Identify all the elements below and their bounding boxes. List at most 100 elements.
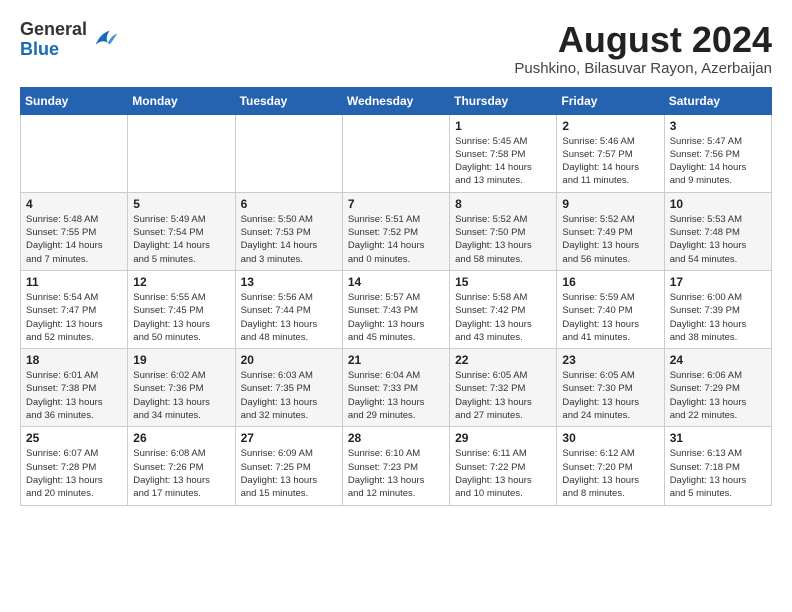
day-number: 24 bbox=[670, 353, 766, 367]
calendar-cell: 10Sunrise: 5:53 AM Sunset: 7:48 PM Dayli… bbox=[664, 192, 771, 270]
day-number: 16 bbox=[562, 275, 658, 289]
day-number: 28 bbox=[348, 431, 444, 445]
day-info: Sunrise: 5:59 AM Sunset: 7:40 PM Dayligh… bbox=[562, 291, 658, 344]
calendar-cell: 19 Sunrise: 6:02 AM Sunset: 7:36 PM Dayli… bbox=[128, 349, 235, 427]
day-number: 13 bbox=[241, 275, 337, 289]
calendar-cell: 24 Sunrise: 6:06 AM Sunset: 7:29 PM Dayli… bbox=[664, 349, 771, 427]
day-info: Sunrise: 5:52 AM Sunset: 7:49 PM Dayligh… bbox=[562, 213, 658, 266]
calendar-header-row: SundayMondayTuesdayWednesdayThursdayFrid… bbox=[21, 87, 772, 114]
calendar-cell: 6 Sunrise: 5:50 AM Sunset: 7:53 PM Daylig… bbox=[235, 192, 342, 270]
day-info: Sunrise: 5:55 AM Sunset: 7:45 PM Dayligh… bbox=[133, 291, 229, 344]
day-info: Sunrise: 6:06 AM Sunset: 7:29 PM Dayligh… bbox=[670, 369, 766, 422]
day-info: Sunrise: 6:07 AM Sunset: 7:28 PM Dayligh… bbox=[26, 447, 122, 500]
day-info: Sunrise: 5:58 AM Sunset: 7:42 PM Dayligh… bbox=[455, 291, 551, 344]
day-number: 30 bbox=[562, 431, 658, 445]
day-info: Sunrise: 6:10 AM Sunset: 7:23 PM Dayligh… bbox=[348, 447, 444, 500]
logo-blue: Blue bbox=[20, 39, 59, 59]
column-header-sunday: Sunday bbox=[21, 87, 128, 114]
calendar-week-row: 4 Sunrise: 5:48 AM Sunset: 7:55 PM Daylig… bbox=[21, 192, 772, 270]
logo-general: General bbox=[20, 19, 87, 39]
calendar-cell: 5Sunrise: 5:49 AM Sunset: 7:54 PM Daylig… bbox=[128, 192, 235, 270]
day-info: Sunrise: 5:56 AM Sunset: 7:44 PM Dayligh… bbox=[241, 291, 337, 344]
calendar-cell: 9 Sunrise: 5:52 AM Sunset: 7:49 PM Daylig… bbox=[557, 192, 664, 270]
day-info: Sunrise: 5:49 AM Sunset: 7:54 PM Dayligh… bbox=[133, 213, 229, 266]
title-section: August 2024 Pushkino, Bilasuvar Rayon, A… bbox=[514, 20, 772, 77]
calendar-cell bbox=[235, 114, 342, 192]
day-info: Sunrise: 5:48 AM Sunset: 7:55 PM Dayligh… bbox=[26, 213, 122, 266]
calendar-week-row: 18 Sunrise: 6:01 AM Sunset: 7:38 PM Dayli… bbox=[21, 349, 772, 427]
day-info: Sunrise: 5:50 AM Sunset: 7:53 PM Dayligh… bbox=[241, 213, 337, 266]
calendar-table: SundayMondayTuesdayWednesdayThursdayFrid… bbox=[20, 87, 772, 506]
column-header-monday: Monday bbox=[128, 87, 235, 114]
day-number: 7 bbox=[348, 197, 444, 211]
calendar-cell: 15 Sunrise: 5:58 AM Sunset: 7:42 PM Dayli… bbox=[450, 270, 557, 348]
day-info: Sunrise: 5:53 AM Sunset: 7:48 PM Dayligh… bbox=[670, 213, 766, 266]
day-info: Sunrise: 6:02 AM Sunset: 7:36 PM Dayligh… bbox=[133, 369, 229, 422]
day-number: 19 bbox=[133, 353, 229, 367]
column-header-wednesday: Wednesday bbox=[342, 87, 449, 114]
calendar-cell: 11 Sunrise: 5:54 AM Sunset: 7:47 PM Dayli… bbox=[21, 270, 128, 348]
day-number: 14 bbox=[348, 275, 444, 289]
calendar-cell bbox=[342, 114, 449, 192]
calendar-cell: 14 Sunrise: 5:57 AM Sunset: 7:43 PM Dayli… bbox=[342, 270, 449, 348]
calendar-cell: 21 Sunrise: 6:04 AM Sunset: 7:33 PM Dayli… bbox=[342, 349, 449, 427]
calendar-cell: 17Sunrise: 6:00 AM Sunset: 7:39 PM Dayli… bbox=[664, 270, 771, 348]
day-number: 25 bbox=[26, 431, 122, 445]
logo-text: General Blue bbox=[20, 20, 87, 60]
day-number: 31 bbox=[670, 431, 766, 445]
location-subtitle: Pushkino, Bilasuvar Rayon, Azerbaijan bbox=[514, 60, 772, 77]
column-header-thursday: Thursday bbox=[450, 87, 557, 114]
day-number: 27 bbox=[241, 431, 337, 445]
day-info: Sunrise: 6:09 AM Sunset: 7:25 PM Dayligh… bbox=[241, 447, 337, 500]
day-number: 21 bbox=[348, 353, 444, 367]
calendar-cell: 25 Sunrise: 6:07 AM Sunset: 7:28 PM Dayli… bbox=[21, 427, 128, 505]
day-info: Sunrise: 5:46 AM Sunset: 7:57 PM Dayligh… bbox=[562, 135, 658, 188]
calendar-cell: 3 Sunrise: 5:47 AM Sunset: 7:56 PM Daylig… bbox=[664, 114, 771, 192]
calendar-week-row: 25 Sunrise: 6:07 AM Sunset: 7:28 PM Dayli… bbox=[21, 427, 772, 505]
day-info: Sunrise: 6:01 AM Sunset: 7:38 PM Dayligh… bbox=[26, 369, 122, 422]
day-number: 23 bbox=[562, 353, 658, 367]
day-number: 4 bbox=[26, 197, 122, 211]
logo-bird-icon bbox=[91, 26, 119, 54]
day-number: 3 bbox=[670, 119, 766, 133]
calendar-week-row: 11 Sunrise: 5:54 AM Sunset: 7:47 PM Dayli… bbox=[21, 270, 772, 348]
month-year-title: August 2024 bbox=[514, 20, 772, 60]
day-number: 15 bbox=[455, 275, 551, 289]
day-info: Sunrise: 6:12 AM Sunset: 7:20 PM Dayligh… bbox=[562, 447, 658, 500]
calendar-cell: 16 Sunrise: 5:59 AM Sunset: 7:40 PM Dayli… bbox=[557, 270, 664, 348]
calendar-cell: 4 Sunrise: 5:48 AM Sunset: 7:55 PM Daylig… bbox=[21, 192, 128, 270]
day-number: 2 bbox=[562, 119, 658, 133]
calendar-cell: 23Sunrise: 6:05 AM Sunset: 7:30 PM Dayli… bbox=[557, 349, 664, 427]
calendar-cell: 18 Sunrise: 6:01 AM Sunset: 7:38 PM Dayli… bbox=[21, 349, 128, 427]
calendar-cell: 7Sunrise: 5:51 AM Sunset: 7:52 PM Daylig… bbox=[342, 192, 449, 270]
column-header-friday: Friday bbox=[557, 87, 664, 114]
day-info: Sunrise: 6:04 AM Sunset: 7:33 PM Dayligh… bbox=[348, 369, 444, 422]
calendar-cell: 29Sunrise: 6:11 AM Sunset: 7:22 PM Dayli… bbox=[450, 427, 557, 505]
day-info: Sunrise: 5:45 AM Sunset: 7:58 PM Dayligh… bbox=[455, 135, 551, 188]
day-info: Sunrise: 6:05 AM Sunset: 7:32 PM Dayligh… bbox=[455, 369, 551, 422]
day-info: Sunrise: 6:11 AM Sunset: 7:22 PM Dayligh… bbox=[455, 447, 551, 500]
calendar-cell: 28 Sunrise: 6:10 AM Sunset: 7:23 PM Dayli… bbox=[342, 427, 449, 505]
day-number: 20 bbox=[241, 353, 337, 367]
day-info: Sunrise: 5:47 AM Sunset: 7:56 PM Dayligh… bbox=[670, 135, 766, 188]
day-number: 1 bbox=[455, 119, 551, 133]
day-number: 9 bbox=[562, 197, 658, 211]
day-number: 12 bbox=[133, 275, 229, 289]
calendar-cell: 2 Sunrise: 5:46 AM Sunset: 7:57 PM Daylig… bbox=[557, 114, 664, 192]
day-info: Sunrise: 5:54 AM Sunset: 7:47 PM Dayligh… bbox=[26, 291, 122, 344]
calendar-cell: 20 Sunrise: 6:03 AM Sunset: 7:35 PM Dayli… bbox=[235, 349, 342, 427]
day-info: Sunrise: 5:57 AM Sunset: 7:43 PM Dayligh… bbox=[348, 291, 444, 344]
calendar-cell: 27 Sunrise: 6:09 AM Sunset: 7:25 PM Dayli… bbox=[235, 427, 342, 505]
calendar-cell: 1 Sunrise: 5:45 AM Sunset: 7:58 PM Daylig… bbox=[450, 114, 557, 192]
day-info: Sunrise: 6:00 AM Sunset: 7:39 PM Dayligh… bbox=[670, 291, 766, 344]
day-info: Sunrise: 6:03 AM Sunset: 7:35 PM Dayligh… bbox=[241, 369, 337, 422]
column-header-tuesday: Tuesday bbox=[235, 87, 342, 114]
logo: General Blue bbox=[20, 20, 119, 60]
day-info: Sunrise: 6:13 AM Sunset: 7:18 PM Dayligh… bbox=[670, 447, 766, 500]
day-number: 6 bbox=[241, 197, 337, 211]
day-number: 11 bbox=[26, 275, 122, 289]
day-info: Sunrise: 6:08 AM Sunset: 7:26 PM Dayligh… bbox=[133, 447, 229, 500]
calendar-cell bbox=[128, 114, 235, 192]
calendar-cell: 13 Sunrise: 5:56 AM Sunset: 7:44 PM Dayli… bbox=[235, 270, 342, 348]
day-number: 18 bbox=[26, 353, 122, 367]
